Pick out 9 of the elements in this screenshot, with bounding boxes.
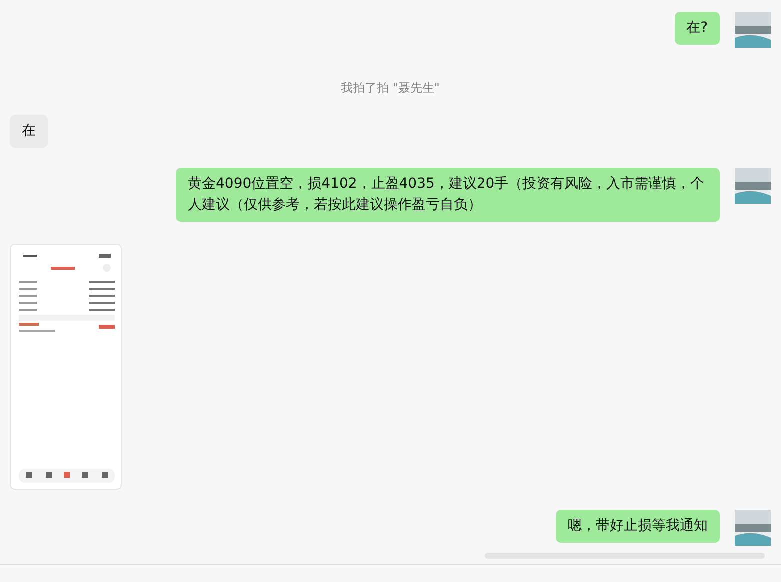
- sent-message: 黄金4090位置空，损4102，止盈4035，建议20手（投资有风险，入市需谨慎，个人建议（仅供参考，若按此建议操作盈亏自负）: [176, 168, 720, 222]
- system-notice: 我拍了拍 "聂先生": [341, 80, 440, 97]
- landscape-avatar-icon[interactable]: [735, 12, 771, 48]
- landscape-avatar-icon[interactable]: [735, 510, 771, 546]
- landscape-avatar-icon[interactable]: [735, 168, 771, 204]
- sent-message: 嗯，带好止损等我通知: [556, 510, 720, 543]
- phone-screenshot[interactable]: [10, 244, 122, 490]
- sent-message: 在?: [674, 12, 720, 45]
- received-message: 在: [10, 115, 48, 148]
